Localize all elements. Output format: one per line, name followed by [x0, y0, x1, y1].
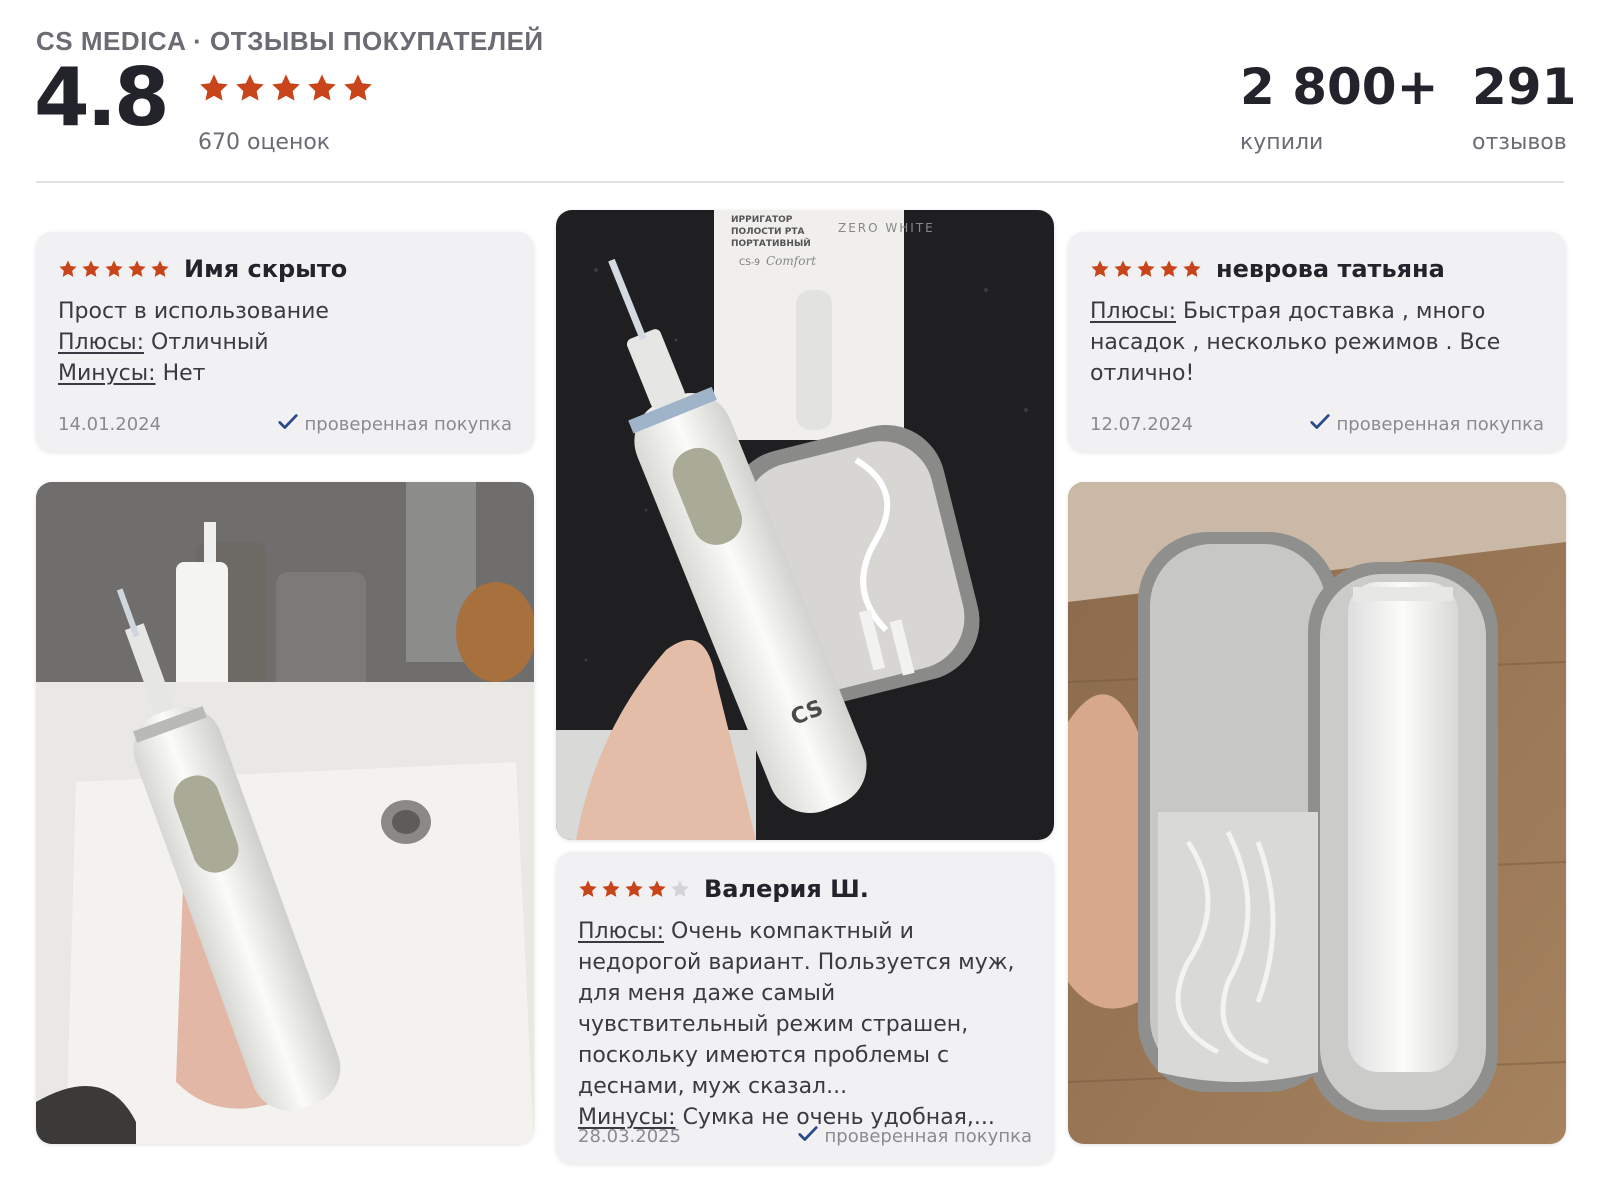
header-divider	[36, 181, 1564, 183]
star-icon	[602, 880, 620, 897]
average-rating-stars	[198, 72, 374, 104]
review-stars	[578, 879, 690, 899]
star-icon	[308, 74, 336, 101]
star-icon	[625, 880, 643, 897]
review-author: Имя скрыто	[184, 255, 348, 283]
star-icon	[1160, 260, 1178, 277]
review-text: Прост в использование Плюсы: Отличный Ми…	[58, 296, 512, 389]
star-icon	[1183, 260, 1201, 277]
review-date: 14.01.2024	[58, 414, 162, 435]
review-text: Плюсы: Очень компактный и недорогой вари…	[578, 916, 1032, 1133]
star-icon	[82, 260, 100, 277]
checkmark-icon	[1309, 411, 1331, 438]
box-model: CS-9	[739, 258, 760, 268]
review-text: Плюсы: Быстрая доставка , много насадок …	[1090, 296, 1544, 389]
stat-bought-value: 2 800+	[1240, 58, 1439, 116]
review-stars	[1090, 259, 1202, 279]
review-photo[interactable]	[1068, 482, 1566, 1144]
star-icon	[1137, 260, 1155, 277]
review-pros: Плюсы: Быстрая доставка , много насадок …	[1090, 296, 1544, 389]
review-date: 12.07.2024	[1090, 414, 1194, 435]
review-card[interactable]: неврова татьяна Плюсы: Быстрая доставка …	[1068, 232, 1566, 452]
review-author: Валерия Ш.	[704, 875, 869, 903]
box-series: Comfort	[766, 254, 816, 268]
irrigator-sink-photo	[36, 482, 534, 1144]
stat-bought: 2 800+ купили	[1240, 62, 1438, 155]
irrigator-box-case-photo: ИРРИГАТОР ПОЛОСТИ РТА ПОРТАТИВНЫЙ CS-9 C…	[556, 210, 1054, 840]
review-photo[interactable]: ИРРИГАТОР ПОЛОСТИ РТА ПОРТАТИВНЫЙ CS-9 C…	[556, 210, 1054, 840]
star-icon	[128, 260, 146, 277]
star-icon	[59, 260, 77, 277]
box-text-line: ПОРТАТИВНЫЙ	[731, 237, 811, 249]
verified-label: проверенная покупка	[824, 1126, 1032, 1147]
cons-text: Нет	[162, 361, 206, 386]
verified-label: проверенная покупка	[1336, 414, 1544, 435]
stat-reviews-value: 291	[1472, 58, 1577, 116]
stat-reviews-label: отзывов	[1472, 130, 1567, 155]
star-icon	[200, 74, 228, 101]
star-icon	[344, 74, 372, 101]
star-icon	[1114, 260, 1132, 277]
review-author: неврова татьяна	[1216, 255, 1445, 283]
star-icon	[151, 260, 169, 277]
box-color: ZERO WHITE	[838, 221, 935, 235]
stat-bought-label: купили	[1240, 130, 1324, 155]
cons-label: Минусы:	[58, 361, 156, 386]
pros-label: Плюсы:	[578, 919, 665, 944]
review-card[interactable]: Имя скрыто Прост в использование Плюсы: …	[36, 232, 534, 452]
verified-badge: проверенная покупка	[797, 1123, 1032, 1150]
average-rating: 4.8	[34, 51, 170, 144]
ratings-count: 670 оценок	[198, 130, 331, 155]
irrigator-open-case-photo	[1068, 482, 1566, 1144]
review-cons: Минусы: Нет	[58, 358, 512, 389]
review-photo[interactable]	[36, 482, 534, 1144]
star-icon	[272, 74, 300, 101]
star-icon	[648, 880, 666, 897]
pros-text: Отличный	[151, 330, 269, 355]
star-icon	[1091, 260, 1109, 277]
star-icon	[671, 880, 689, 897]
pros-text: Очень компактный и недорогой вариант. По…	[578, 919, 1015, 1099]
star-icon	[105, 260, 123, 277]
verified-badge: проверенная покупка	[1309, 411, 1544, 438]
verified-badge: проверенная покупка	[277, 411, 512, 438]
checkmark-icon	[797, 1123, 819, 1150]
review-card[interactable]: Валерия Ш. Плюсы: Очень компактный и нед…	[556, 852, 1054, 1164]
box-text-line: ПОЛОСТИ РТА	[731, 227, 804, 237]
pros-label: Плюсы:	[1090, 299, 1177, 324]
reviews-page: CS MEDICA · ОТЗЫВЫ ПОКУПАТЕЛЕЙ 4.8 670 о…	[0, 0, 1600, 1200]
checkmark-icon	[277, 411, 299, 438]
box-text-line: ИРРИГАТОР	[731, 215, 793, 225]
stat-reviews: 291 отзывов	[1472, 62, 1576, 155]
review-pros: Плюсы: Очень компактный и недорогой вари…	[578, 916, 1032, 1102]
review-comment: Прост в использование	[58, 299, 329, 324]
verified-label: проверенная покупка	[304, 414, 512, 435]
review-pros: Плюсы: Отличный	[58, 327, 512, 358]
star-icon	[236, 74, 264, 101]
review-stars	[58, 259, 170, 279]
star-icon	[579, 880, 597, 897]
pros-label: Плюсы:	[58, 330, 145, 355]
review-date: 28.03.2025	[578, 1126, 682, 1147]
